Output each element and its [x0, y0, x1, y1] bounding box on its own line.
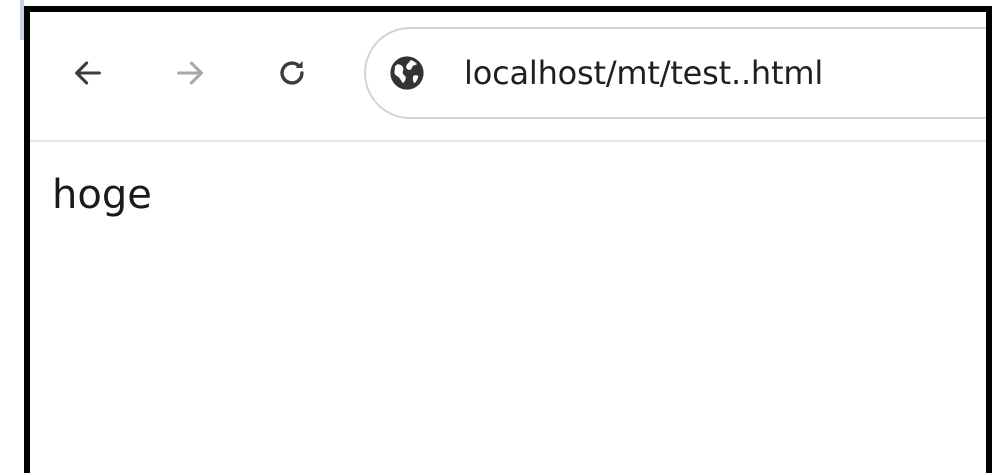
address-bar[interactable]: localhost/mt/test..html: [364, 27, 986, 119]
reload-icon: [280, 60, 304, 85]
browser-toolbar: localhost/mt/test..html: [30, 12, 986, 142]
back-button[interactable]: [68, 53, 108, 93]
forward-button[interactable]: [170, 53, 210, 93]
url-text[interactable]: localhost/mt/test..html: [464, 53, 823, 93]
arrow-right-icon: [177, 61, 203, 85]
reload-button[interactable]: [272, 53, 312, 93]
arrow-left-icon: [75, 61, 101, 85]
page-viewport: hoge: [30, 142, 986, 473]
browser-window: localhost/mt/test..html hoge: [24, 6, 992, 473]
page-text: hoge: [52, 172, 152, 218]
globe-icon[interactable]: [388, 54, 426, 92]
